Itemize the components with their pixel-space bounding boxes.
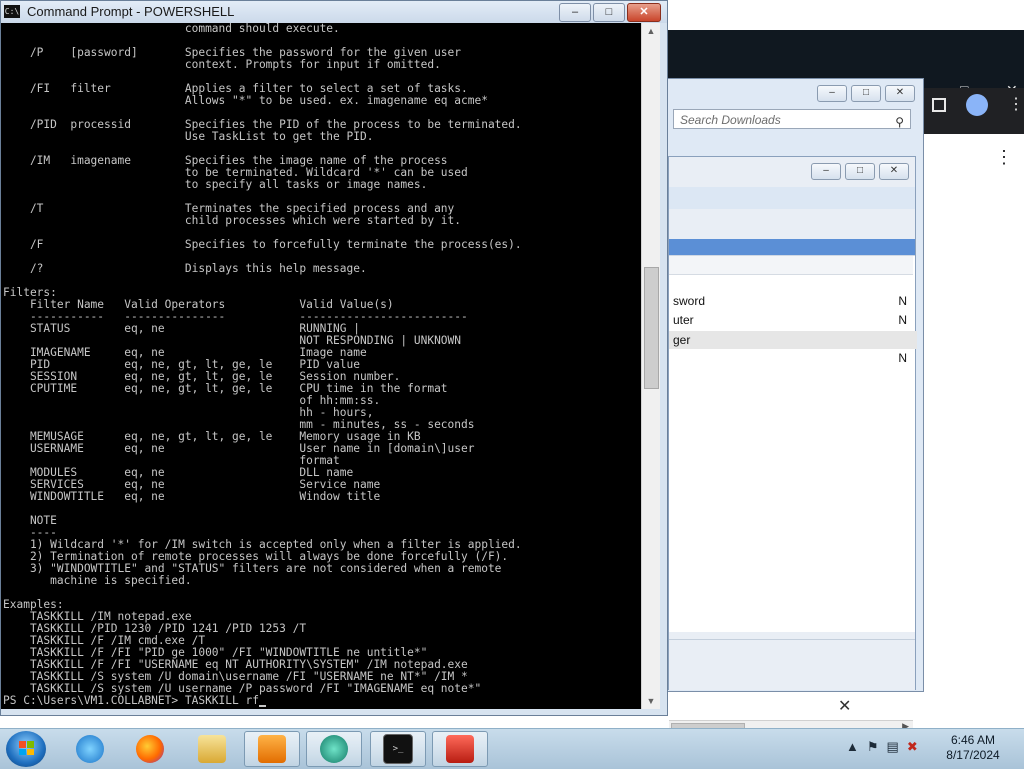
list-item-value: N: [898, 351, 907, 365]
sidebar-icon[interactable]: [932, 98, 946, 112]
text-cursor: [258, 705, 266, 707]
internet-explorer-icon: [76, 735, 104, 763]
explorer-minimize-button[interactable]: –: [817, 85, 847, 102]
search-downloads-input[interactable]: Search Downloads ⚲: [673, 109, 911, 129]
vertical-scrollbar[interactable]: ▲ ▼: [641, 23, 660, 709]
dialog-toolbar: [669, 187, 915, 209]
minimize-button[interactable]: –: [559, 3, 591, 22]
page-more-icon[interactable]: ⋮: [995, 146, 1013, 168]
command-prompt-icon: >_: [383, 734, 413, 764]
taskbar-toolbox-button[interactable]: [432, 731, 488, 767]
folder-icon: [198, 735, 226, 763]
volume-muted-icon[interactable]: ✖: [907, 739, 918, 755]
list-header: [669, 256, 913, 275]
network-icon[interactable]: ▤: [887, 739, 899, 755]
explorer-maximize-button[interactable]: □: [851, 85, 881, 102]
start-button[interactable]: [6, 731, 46, 767]
console-output[interactable]: command should execute. /P [password] Sp…: [1, 23, 641, 709]
taskbar: >_ ▲ ⚑ ▤ ✖ 6:46 AM 8/17/2024: [0, 728, 1024, 769]
list-item-label[interactable]: uter: [673, 313, 694, 327]
media-center-icon: [320, 735, 348, 763]
action-center-flag-icon[interactable]: ⚑: [867, 739, 879, 755]
console-text: command should execute. /P [password] Sp…: [3, 23, 522, 695]
search-placeholder: Search Downloads: [680, 113, 781, 127]
list-item-label[interactable]: sword: [673, 294, 705, 308]
windows-logo-icon: [19, 741, 34, 755]
clock-time: 6:46 AM: [950, 733, 996, 747]
firefox-icon: [136, 735, 164, 763]
cmd-window-icon[interactable]: C:\: [4, 5, 20, 18]
command-prompt-window: C:\ Command Prompt - POWERSHELL – □ ✕ co…: [0, 0, 668, 716]
dialog-window: – □ ✕ sword N uter N ger N ▶: [668, 156, 917, 735]
maximize-button[interactable]: □: [593, 3, 625, 22]
selected-header-bar: [669, 239, 915, 255]
toolbox-icon: [446, 735, 474, 763]
list-item-label[interactable]: ger: [669, 331, 917, 349]
dialog-minimize-button[interactable]: –: [811, 163, 841, 180]
taskbar-explorer-button[interactable]: [184, 731, 240, 767]
search-icon[interactable]: ⚲: [895, 112, 904, 132]
dialog-footer: [669, 639, 915, 690]
dialog-list: sword N uter N ger N ▶: [669, 255, 917, 735]
prompt-input-line[interactable]: PS C:\Users\VM1.COLLABNET> TASKKILL rf: [3, 694, 259, 707]
taskbar-clock[interactable]: 6:46 AM 8/17/2024: [930, 733, 1016, 763]
taskbar-ie-button[interactable]: [62, 731, 118, 767]
list-item-value: N: [898, 294, 907, 308]
list-item-value: N: [898, 313, 907, 327]
dialog-close-button[interactable]: ✕: [879, 163, 909, 180]
scroll-down-icon[interactable]: ▼: [642, 693, 660, 709]
clock-date: 8/17/2024: [946, 748, 1000, 762]
cmd-titlebar[interactable]: C:\ Command Prompt - POWERSHELL – □ ✕: [1, 1, 667, 23]
explorer-close-button[interactable]: ✕: [885, 85, 915, 102]
chrome-page: [920, 134, 1024, 694]
profile-avatar-icon[interactable]: [966, 94, 988, 116]
dialog-maximize-button[interactable]: □: [845, 163, 875, 180]
notification-close-icon[interactable]: ✕: [838, 696, 851, 716]
close-button[interactable]: ✕: [627, 3, 661, 22]
scroll-up-icon[interactable]: ▲: [642, 23, 660, 39]
taskbar-media-center-button[interactable]: [306, 731, 362, 767]
media-player-icon: [258, 735, 286, 763]
system-tray: ▲ ⚑ ▤ ✖: [846, 739, 918, 755]
chrome-toolbar: ⋮: [920, 88, 1024, 134]
taskbar-firefox-button[interactable]: [122, 731, 178, 767]
taskbar-cmd-button[interactable]: >_: [370, 731, 426, 767]
show-hidden-icons-icon[interactable]: ▲: [846, 739, 859, 755]
chrome-menu-icon[interactable]: ⋮: [1008, 94, 1024, 114]
window-title: Command Prompt - POWERSHELL: [27, 4, 235, 19]
chrome-titlebar: [668, 0, 1024, 30]
taskbar-media-player-button[interactable]: [244, 731, 300, 767]
vertical-scroll-thumb[interactable]: [644, 267, 659, 389]
